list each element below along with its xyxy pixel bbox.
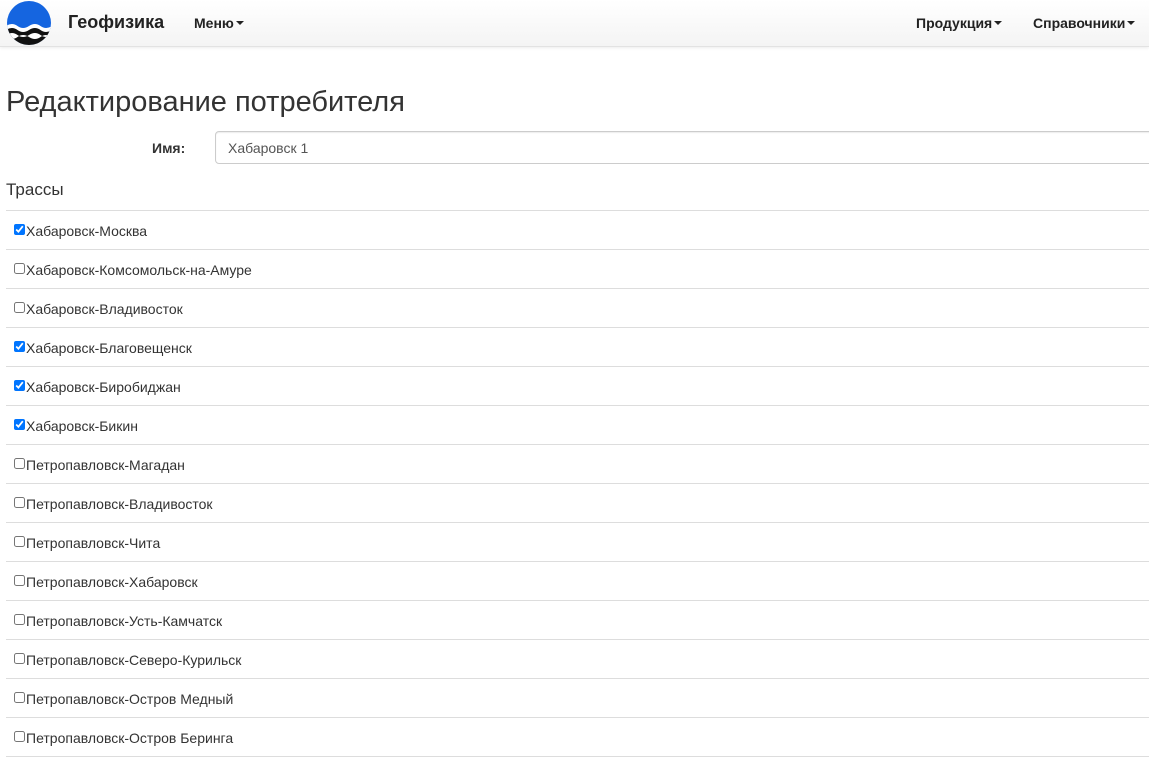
route-row: Петропавловск-Остров Беринга xyxy=(6,718,1149,757)
route-checkbox[interactable] xyxy=(14,458,25,469)
route-checkbox[interactable] xyxy=(14,575,25,586)
route-checkbox[interactable] xyxy=(14,263,25,274)
route-checkbox[interactable] xyxy=(14,341,25,352)
route-label: Петропавловск-Остров Медный xyxy=(26,691,234,707)
route-label: Хабаровск-Комсомольск-на-Амуре xyxy=(26,262,252,278)
caret-down-icon xyxy=(235,21,244,26)
menu-dropdown-label: Меню xyxy=(194,15,234,31)
menu-dropdown[interactable]: Меню xyxy=(194,15,244,31)
route-row: Хабаровск-Биробиджан xyxy=(6,367,1149,406)
route-label: Петропавловск-Хабаровск xyxy=(26,574,198,590)
route-row: Петропавловск-Северо-Курильск xyxy=(6,640,1149,679)
route-row: Хабаровск-Москва xyxy=(6,211,1149,250)
products-dropdown[interactable]: Продукция xyxy=(916,15,1003,31)
references-dropdown[interactable]: Справочники xyxy=(1033,15,1136,31)
route-row: Петропавловск-Магадан xyxy=(6,445,1149,484)
route-checkbox[interactable] xyxy=(14,731,25,742)
route-label: Петропавловск-Чита xyxy=(26,535,161,551)
route-row: Хабаровск-Владивосток xyxy=(6,289,1149,328)
route-row: Петропавловск-Владивосток xyxy=(6,484,1149,523)
name-input[interactable] xyxy=(215,131,1149,164)
references-dropdown-label: Справочники xyxy=(1033,15,1126,31)
route-label: Хабаровск-Благовещенск xyxy=(26,340,192,356)
products-dropdown-label: Продукция xyxy=(916,15,993,31)
route-checkbox[interactable] xyxy=(14,302,25,313)
routes-list: Хабаровск-Москва Хабаровск-Комсомольск-н… xyxy=(6,210,1149,757)
route-label: Хабаровск-Москва xyxy=(26,223,148,239)
route-label: Петропавловск-Магадан xyxy=(26,457,185,473)
name-label: Имя: xyxy=(152,140,186,156)
page-title: Редактирование потребителя xyxy=(6,86,405,118)
wave-circle-logo-icon[interactable] xyxy=(6,0,52,46)
route-row: Петропавловск-Чита xyxy=(6,523,1149,562)
route-row: Хабаровск-Благовещенск xyxy=(6,328,1149,367)
route-label: Петропавловск-Усть-Камчатск xyxy=(26,613,223,629)
route-checkbox[interactable] xyxy=(14,692,25,703)
route-checkbox[interactable] xyxy=(14,614,25,625)
route-row: Хабаровск-Бикин xyxy=(6,406,1149,445)
route-checkbox[interactable] xyxy=(14,536,25,547)
navbar: Геофизика Меню Продукция Справочники xyxy=(0,0,1149,47)
route-label: Хабаровск-Биробиджан xyxy=(26,379,181,395)
route-checkbox[interactable] xyxy=(14,380,25,391)
route-checkbox[interactable] xyxy=(14,224,25,235)
route-row: Хабаровск-Комсомольск-на-Амуре xyxy=(6,250,1149,289)
brand-title[interactable]: Геофизика xyxy=(68,12,164,33)
caret-down-icon xyxy=(1127,21,1136,26)
routes-section-title: Трассы xyxy=(6,180,64,199)
route-label: Петропавловск-Остров Беринга xyxy=(26,730,234,746)
route-row: Петропавловск-Усть-Камчатск xyxy=(6,601,1149,640)
route-checkbox[interactable] xyxy=(14,419,25,430)
route-label: Хабаровск-Бикин xyxy=(26,418,138,434)
route-row: Петропавловск-Остров Медный xyxy=(6,679,1149,718)
route-label: Хабаровск-Владивосток xyxy=(26,301,183,317)
route-checkbox[interactable] xyxy=(14,497,25,508)
caret-down-icon xyxy=(994,21,1003,26)
route-row: Петропавловск-Хабаровск xyxy=(6,562,1149,601)
route-label: Петропавловск-Северо-Курильск xyxy=(26,652,242,668)
route-checkbox[interactable] xyxy=(14,653,25,664)
route-label: Петропавловск-Владивосток xyxy=(26,496,213,512)
